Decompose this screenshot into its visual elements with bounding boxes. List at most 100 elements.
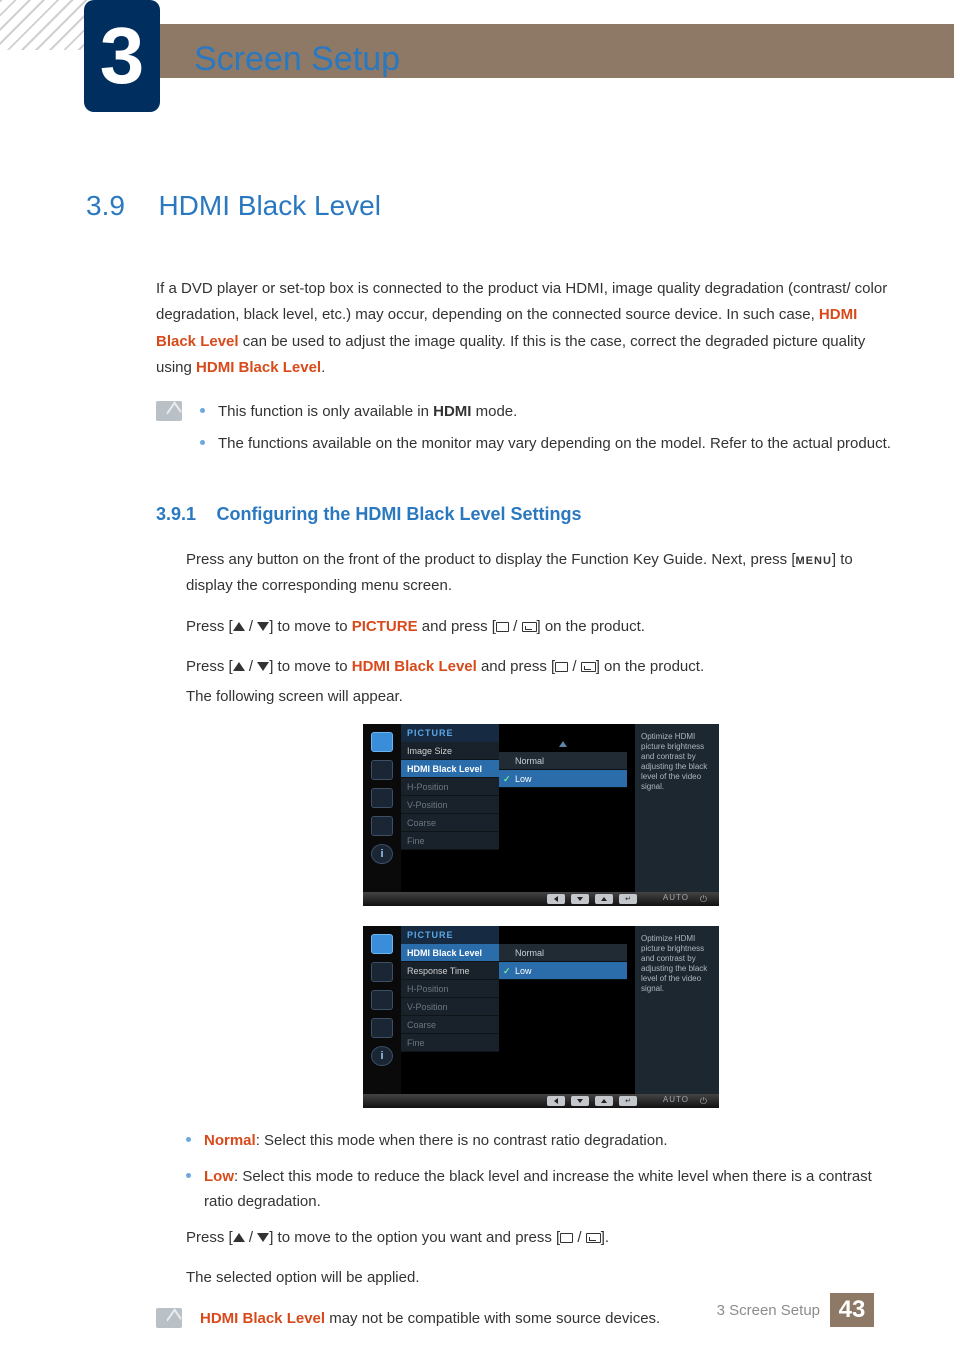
- osd1-help-text: Optimize HDMI picture brightness and con…: [635, 724, 719, 800]
- intro-paragraph: If a DVD player or set-top box is connec…: [156, 276, 896, 381]
- subsection-title: Configuring the HDMI Black Level Setting…: [216, 504, 581, 524]
- osd-nav-down-icon: [571, 894, 589, 904]
- section-heading: 3.9 HDMI Black Level: [86, 190, 896, 222]
- osd1-option-normal: Normal: [499, 752, 627, 770]
- page-content: 3.9 HDMI Black Level If a DVD player or …: [86, 190, 896, 1331]
- osd2-sidebar: i: [363, 926, 401, 1094]
- note1-bullet-2: The functions available on the monitor m…: [200, 431, 891, 457]
- option-low-desc: Low: Select this mode to reduce the blac…: [186, 1164, 896, 1215]
- up-down-icons: /: [233, 614, 270, 640]
- osd-nav-up-icon: [595, 1096, 613, 1106]
- osd2-footer-buttons: ↵: [547, 1096, 637, 1106]
- section-title: HDMI Black Level: [158, 190, 381, 222]
- osd-screenshot-2: i PICTURE HDMI Black Level Response Time…: [363, 926, 719, 1108]
- osd-gear-icon: [371, 816, 393, 836]
- osd-enter-icon: ↵: [619, 894, 637, 904]
- osd-power-icon: ⏻: [700, 894, 707, 905]
- osd1-option-low: Low: [499, 770, 627, 788]
- step-2: Press [ / ] to move to PICTURE and press…: [186, 614, 896, 640]
- chapter-number: 3: [100, 10, 145, 102]
- select-icon: [560, 1233, 573, 1243]
- step-4: Press [ / ] to move to the option you wa…: [186, 1225, 896, 1251]
- osd-monitor-icon: [371, 934, 393, 954]
- triangle-down-icon: [257, 662, 269, 671]
- osd2-footer: ↵ AUTO ⏻: [363, 1094, 719, 1108]
- osd2-option-normal: Normal: [499, 944, 627, 962]
- steps-body: Press any button on the front of the pro…: [186, 547, 896, 710]
- osd2-option-low: Low: [499, 962, 627, 980]
- osd-picture-icon: [371, 760, 393, 780]
- osd-screenshots: i PICTURE Image Size HDMI Black Level H-…: [186, 724, 896, 1108]
- osd1-sidebar: i: [363, 724, 401, 892]
- step-1: Press any button on the front of the pro…: [186, 547, 896, 600]
- osd1-item-5: Fine: [401, 832, 499, 850]
- osd-gear-icon: [371, 1018, 393, 1038]
- osd-info-icon: i: [371, 844, 393, 864]
- subsection-number: 3.9.1: [156, 504, 212, 525]
- triangle-up-icon: [233, 1233, 245, 1242]
- step-3: Press [ / ] to move to HDMI Black Level …: [186, 654, 896, 680]
- triangle-down-icon: [257, 622, 269, 631]
- select-icon: [496, 622, 509, 632]
- osd-info-icon: i: [371, 1046, 393, 1066]
- select-enter-icons: /: [496, 614, 537, 640]
- triangle-down-icon: [257, 1233, 269, 1242]
- osd-nav-left-icon: [547, 1096, 565, 1106]
- osd-arrows-icon: [371, 788, 393, 808]
- osd2-item-4: Coarse: [401, 1016, 499, 1034]
- osd1-item-2: H-Position: [401, 778, 499, 796]
- select-icon: [555, 662, 568, 672]
- osd2-menu: PICTURE HDMI Black Level Response Time H…: [401, 926, 499, 1094]
- osd-screenshot-1: i PICTURE Image Size HDMI Black Level H-…: [363, 724, 719, 906]
- osd1-options: Normal Low: [499, 752, 627, 788]
- intro-text-a: If a DVD player or set-top box is connec…: [156, 280, 887, 323]
- osd1-item-0: Image Size: [401, 742, 499, 760]
- osd1-footer-buttons: ↵: [547, 894, 637, 904]
- page-footer: 3 Screen Setup 43: [0, 1270, 954, 1350]
- osd2-item-0: HDMI Black Level: [401, 944, 499, 962]
- note1-bullet-1: This function is only available in HDMI …: [200, 399, 891, 425]
- intro-keyword-2: HDMI Black Level: [196, 359, 321, 376]
- osd2-item-1: Response Time: [401, 962, 499, 980]
- enter-icon: [586, 1233, 601, 1243]
- note-block-1: This function is only available in HDMI …: [156, 399, 896, 462]
- select-enter-icons: /: [560, 1225, 601, 1251]
- osd1-menu: PICTURE Image Size HDMI Black Level H-Po…: [401, 724, 499, 892]
- osd2-help-text: Optimize HDMI picture brightness and con…: [635, 926, 719, 1002]
- osd2-item-3: V-Position: [401, 998, 499, 1016]
- osd2-auto-label: AUTO: [663, 1095, 689, 1104]
- option-normal-desc: Normal: Select this mode when there is n…: [186, 1128, 896, 1154]
- osd-nav-left-icon: [547, 894, 565, 904]
- menu-key-label: MENU: [796, 555, 832, 567]
- chapter-number-badge: 3: [84, 0, 160, 112]
- osd2-item-2: H-Position: [401, 980, 499, 998]
- osd1-footer: ↵ AUTO ⏻: [363, 892, 719, 906]
- osd1-header: PICTURE: [401, 724, 499, 742]
- note-icon: [156, 401, 182, 421]
- osd2-help-panel: Optimize HDMI picture brightness and con…: [635, 926, 719, 1094]
- subsection-heading: 3.9.1 Configuring the HDMI Black Level S…: [156, 504, 896, 525]
- footer-page-number: 43: [830, 1293, 874, 1327]
- chapter-title: Screen Setup: [194, 40, 400, 79]
- osd2-header: PICTURE: [401, 926, 499, 944]
- up-down-icons: /: [233, 1225, 270, 1251]
- select-enter-icons: /: [555, 654, 596, 680]
- enter-icon: [522, 622, 537, 632]
- osd1-item-1: HDMI Black Level: [401, 760, 499, 778]
- step-3-tail: The following screen will appear.: [186, 684, 896, 710]
- osd-arrows-icon: [371, 990, 393, 1010]
- osd-monitor-icon: [371, 732, 393, 752]
- osd-nav-down-icon: [571, 1096, 589, 1106]
- osd1-item-4: Coarse: [401, 814, 499, 832]
- section-number: 3.9: [86, 190, 154, 222]
- triangle-up-icon: [233, 662, 245, 671]
- osd1-auto-label: AUTO: [663, 893, 689, 902]
- scroll-up-icon: [559, 741, 567, 747]
- osd2-options: Normal Low: [499, 944, 627, 980]
- option-descriptions: Normal: Select this mode when there is n…: [186, 1128, 896, 1215]
- osd1-scroll-indicator: [499, 734, 627, 744]
- note-bullets-1: This function is only available in HDMI …: [200, 399, 891, 462]
- osd-enter-icon: ↵: [619, 1096, 637, 1106]
- osd1-help-panel: Optimize HDMI picture brightness and con…: [635, 724, 719, 892]
- osd-picture-icon: [371, 962, 393, 982]
